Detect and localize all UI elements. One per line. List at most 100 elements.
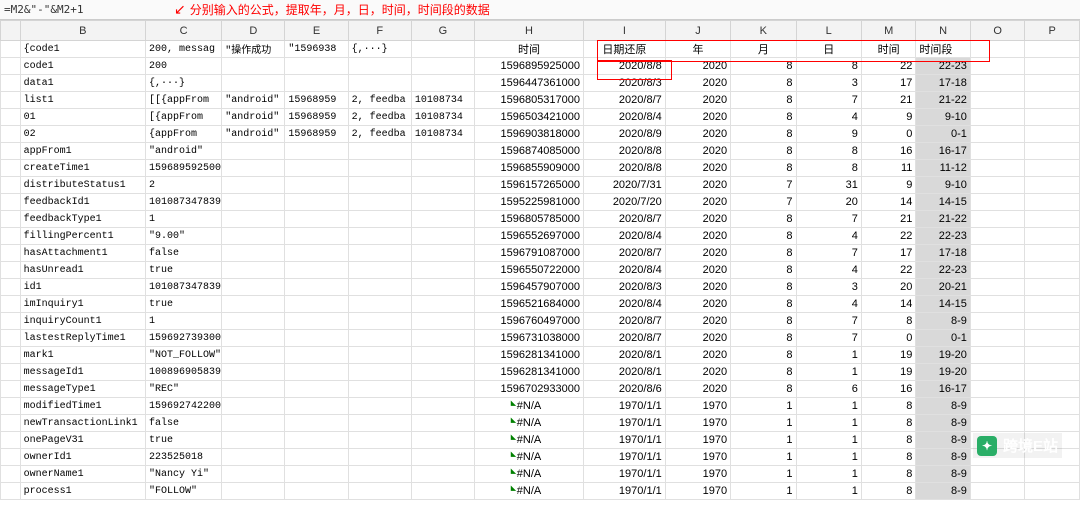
cell[interactable]: "操作成功 <box>222 41 285 58</box>
cell[interactable]: 1970 <box>665 432 730 449</box>
cell[interactable] <box>970 279 1024 296</box>
cell[interactable]: ◣#N/A <box>475 483 584 500</box>
cell[interactable]: 2020/8/7 <box>584 313 666 330</box>
cell[interactable] <box>411 364 474 381</box>
cell[interactable] <box>1025 245 1080 262</box>
cell[interactable] <box>1025 194 1080 211</box>
cell[interactable] <box>285 160 348 177</box>
cell[interactable]: 11-12 <box>916 160 970 177</box>
cell[interactable]: 4 <box>796 262 861 279</box>
cell[interactable]: 8 <box>731 126 796 143</box>
cell[interactable] <box>1 92 21 109</box>
cell[interactable]: 日期还原 <box>584 41 666 58</box>
cell[interactable]: modifiedTime1 <box>20 398 145 415</box>
cell[interactable] <box>348 262 411 279</box>
cell[interactable]: 0 <box>861 126 915 143</box>
cell[interactable] <box>222 449 285 466</box>
cell[interactable]: process1 <box>20 483 145 500</box>
cell[interactable]: 1596855909000 <box>475 160 584 177</box>
cell[interactable]: 9 <box>861 109 915 126</box>
col-header-B[interactable]: B <box>20 21 145 41</box>
cell[interactable] <box>970 347 1024 364</box>
cell[interactable] <box>285 364 348 381</box>
cell[interactable]: 0 <box>861 330 915 347</box>
cell[interactable]: 时间段 <box>916 41 970 58</box>
cell[interactable]: 1596760497000 <box>475 313 584 330</box>
cell[interactable]: ◣#N/A <box>475 466 584 483</box>
cell[interactable]: 7 <box>731 194 796 211</box>
cell[interactable]: 2020 <box>665 160 730 177</box>
cell[interactable] <box>285 398 348 415</box>
cell[interactable]: 8-9 <box>916 398 970 415</box>
spreadsheet-grid[interactable]: B C D E F G H I J K L M N O P {code1200,… <box>0 20 1080 500</box>
cell[interactable] <box>970 398 1024 415</box>
cell[interactable] <box>222 211 285 228</box>
cell[interactable]: 8-9 <box>916 449 970 466</box>
col-header-M[interactable]: M <box>861 21 915 41</box>
cell[interactable] <box>411 398 474 415</box>
cell[interactable] <box>348 330 411 347</box>
cell[interactable] <box>222 143 285 160</box>
cell[interactable]: 2020 <box>665 364 730 381</box>
table-row[interactable]: process1"FOLLOW"◣#N/A1970/1/119701188-9 <box>1 483 1080 500</box>
cell[interactable] <box>970 415 1024 432</box>
cell[interactable]: 1970/1/1 <box>584 449 666 466</box>
cell[interactable]: 1596927422000 <box>145 398 221 415</box>
cell[interactable] <box>1 245 21 262</box>
cell[interactable]: 2, feedba <box>348 109 411 126</box>
table-row[interactable]: feedbackId110108734783915952259810002020… <box>1 194 1080 211</box>
cell[interactable] <box>1025 92 1080 109</box>
cell[interactable] <box>285 228 348 245</box>
cell[interactable] <box>1 143 21 160</box>
cell[interactable]: 8 <box>861 483 915 500</box>
cell[interactable] <box>411 483 474 500</box>
cell[interactable] <box>411 279 474 296</box>
cell[interactable]: 1 <box>796 432 861 449</box>
cell[interactable]: 8 <box>796 160 861 177</box>
cell[interactable]: 2020 <box>665 296 730 313</box>
cell[interactable]: 21 <box>861 92 915 109</box>
cell[interactable] <box>1025 330 1080 347</box>
cell[interactable]: 200 <box>145 58 221 75</box>
cell[interactable]: 8 <box>731 313 796 330</box>
cell[interactable] <box>1 330 21 347</box>
cell[interactable] <box>222 194 285 211</box>
cell[interactable] <box>970 245 1024 262</box>
cell[interactable] <box>285 279 348 296</box>
table-row[interactable]: ownerName1"Nancy Yi"◣#N/A1970/1/11970118… <box>1 466 1080 483</box>
cell[interactable]: 01 <box>20 109 145 126</box>
cell[interactable]: 21-22 <box>916 92 970 109</box>
cell[interactable] <box>411 381 474 398</box>
cell[interactable]: 1970 <box>665 449 730 466</box>
cell[interactable]: 100896905839 <box>145 364 221 381</box>
cell[interactable]: 8 <box>731 245 796 262</box>
cell[interactable]: 2020/8/8 <box>584 58 666 75</box>
cell[interactable]: 2020/8/4 <box>584 109 666 126</box>
cell[interactable] <box>222 432 285 449</box>
table-row[interactable]: appFrom1"android"15968740850002020/8/820… <box>1 143 1080 160</box>
cell[interactable]: 0-1 <box>916 126 970 143</box>
cell[interactable]: 1 <box>796 466 861 483</box>
cell[interactable] <box>1 415 21 432</box>
col-header-K[interactable]: K <box>731 21 796 41</box>
cell[interactable] <box>970 92 1024 109</box>
cell[interactable] <box>348 279 411 296</box>
cell[interactable] <box>222 330 285 347</box>
formula-bar[interactable]: =M2&"-"&M2+1 ↙ 分别输入的公式，提取年，月，日，时间，时间段的数据 <box>0 0 1080 20</box>
cell[interactable] <box>1 347 21 364</box>
cell[interactable]: 1596895925000 <box>145 160 221 177</box>
cell[interactable]: 7 <box>796 211 861 228</box>
cell[interactable] <box>1025 143 1080 160</box>
cell[interactable]: 1596457907000 <box>475 279 584 296</box>
cell[interactable] <box>285 466 348 483</box>
cell[interactable]: 1970 <box>665 466 730 483</box>
cell[interactable]: 8 <box>731 92 796 109</box>
cell[interactable] <box>970 313 1024 330</box>
cell[interactable]: 2020 <box>665 262 730 279</box>
cell[interactable]: 8 <box>731 296 796 313</box>
cell[interactable] <box>348 177 411 194</box>
cell[interactable] <box>348 245 411 262</box>
table-row[interactable]: modifiedTime11596927422000◣#N/A1970/1/11… <box>1 398 1080 415</box>
table-row[interactable]: 02{appFrom"android"159689592, feedba1010… <box>1 126 1080 143</box>
cell[interactable]: 2020/7/31 <box>584 177 666 194</box>
